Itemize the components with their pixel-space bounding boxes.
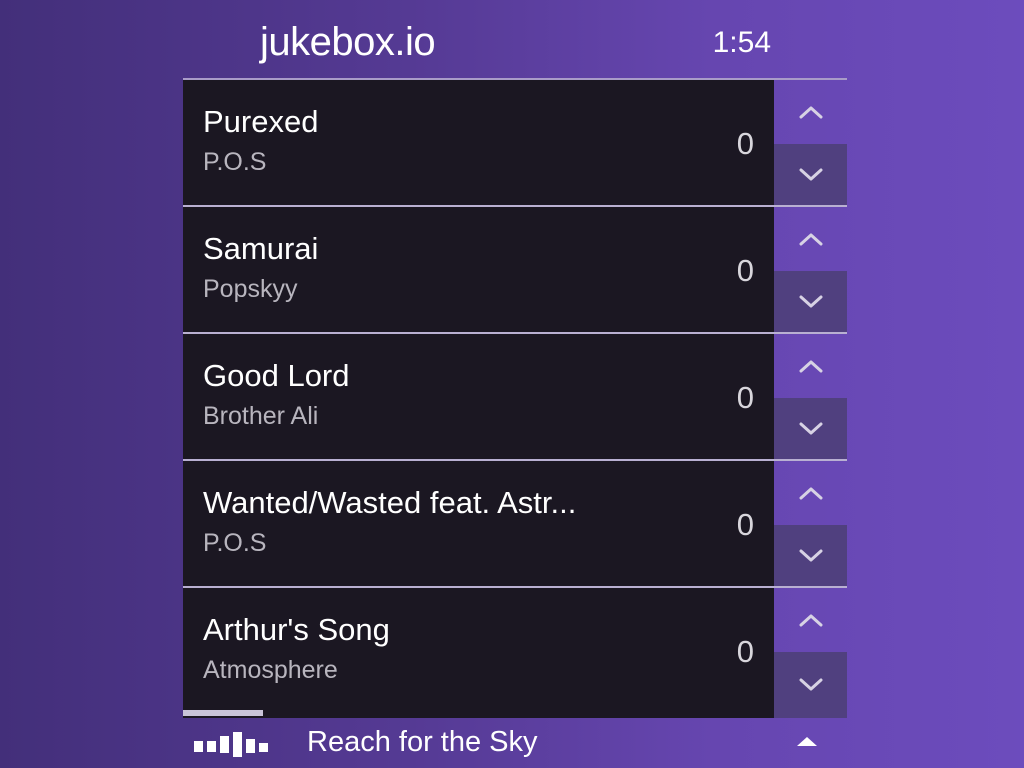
downvote-button[interactable] (774, 271, 847, 332)
downvote-button[interactable] (774, 652, 847, 718)
track-title: Purexed (203, 104, 319, 139)
upvote-button[interactable] (774, 207, 847, 271)
chevron-up-icon (799, 487, 822, 500)
track-title: Wanted/Wasted feat. Astr... (203, 485, 577, 520)
track-card[interactable]: Purexed P.O.S 0 (183, 80, 774, 205)
vote-controls (774, 334, 847, 459)
upvote-button[interactable] (774, 461, 847, 525)
chevron-up-icon (799, 360, 822, 373)
chevron-up-icon (799, 106, 822, 119)
vote-controls (774, 207, 847, 332)
chevron-down-icon (799, 295, 822, 307)
caret-up-icon[interactable] (795, 734, 819, 750)
chevron-down-icon (799, 422, 822, 434)
track-artist: Popskyy (203, 275, 298, 303)
vote-count: 0 (736, 253, 754, 288)
track-artist: P.O.S (203, 529, 267, 557)
track-title: Samurai (203, 231, 319, 266)
track-row: Samurai Popskyy 0 (183, 207, 847, 334)
vote-count: 0 (736, 380, 754, 415)
upvote-button[interactable] (774, 334, 847, 398)
vote-controls (774, 461, 847, 586)
chevron-down-icon (799, 678, 822, 691)
track-card[interactable]: Good Lord Brother Ali 0 (183, 334, 774, 459)
downvote-button[interactable] (774, 144, 847, 205)
upvote-button[interactable] (774, 80, 847, 144)
app-title: jukebox.io (260, 20, 436, 64)
track-card[interactable]: Wanted/Wasted feat. Astr... P.O.S 0 (183, 461, 774, 586)
track-row: Purexed P.O.S 0 (183, 80, 847, 207)
now-playing-title: Reach for the Sky (307, 726, 538, 758)
vote-count: 0 (736, 634, 754, 669)
playback-progress-fill (183, 710, 263, 716)
track-artist: P.O.S (203, 148, 267, 176)
vote-count: 0 (736, 126, 754, 161)
downvote-button[interactable] (774, 398, 847, 459)
app-header: jukebox.io 1:54 (183, 0, 847, 80)
chevron-down-icon (799, 168, 822, 180)
downvote-button[interactable] (774, 525, 847, 586)
vote-controls (774, 80, 847, 205)
track-card[interactable]: Arthur's Song Atmosphere 0 (183, 588, 774, 718)
clock: 1:54 (712, 26, 771, 59)
upvote-button[interactable] (774, 588, 847, 652)
track-row: Arthur's Song Atmosphere 0 (183, 588, 847, 718)
track-row: Wanted/Wasted feat. Astr... P.O.S 0 (183, 461, 847, 588)
equalizer-icon (194, 732, 268, 757)
chevron-up-icon (799, 233, 822, 246)
vote-controls (774, 588, 847, 718)
jukebox-app: jukebox.io 1:54 Purexed P.O.S 0 Samurai (183, 0, 847, 768)
track-artist: Atmosphere (203, 656, 338, 684)
track-artist: Brother Ali (203, 402, 319, 430)
playback-progress (183, 710, 847, 716)
chevron-down-icon (799, 549, 822, 561)
now-playing-bar[interactable]: Reach for the Sky (183, 710, 847, 768)
track-queue: Purexed P.O.S 0 Samurai Popskyy 0 Good L… (183, 80, 847, 718)
chevron-up-icon (799, 614, 822, 627)
track-card[interactable]: Samurai Popskyy 0 (183, 207, 774, 332)
track-title: Arthur's Song (203, 612, 390, 647)
track-title: Good Lord (203, 358, 350, 393)
vote-count: 0 (736, 507, 754, 542)
track-row: Good Lord Brother Ali 0 (183, 334, 847, 461)
